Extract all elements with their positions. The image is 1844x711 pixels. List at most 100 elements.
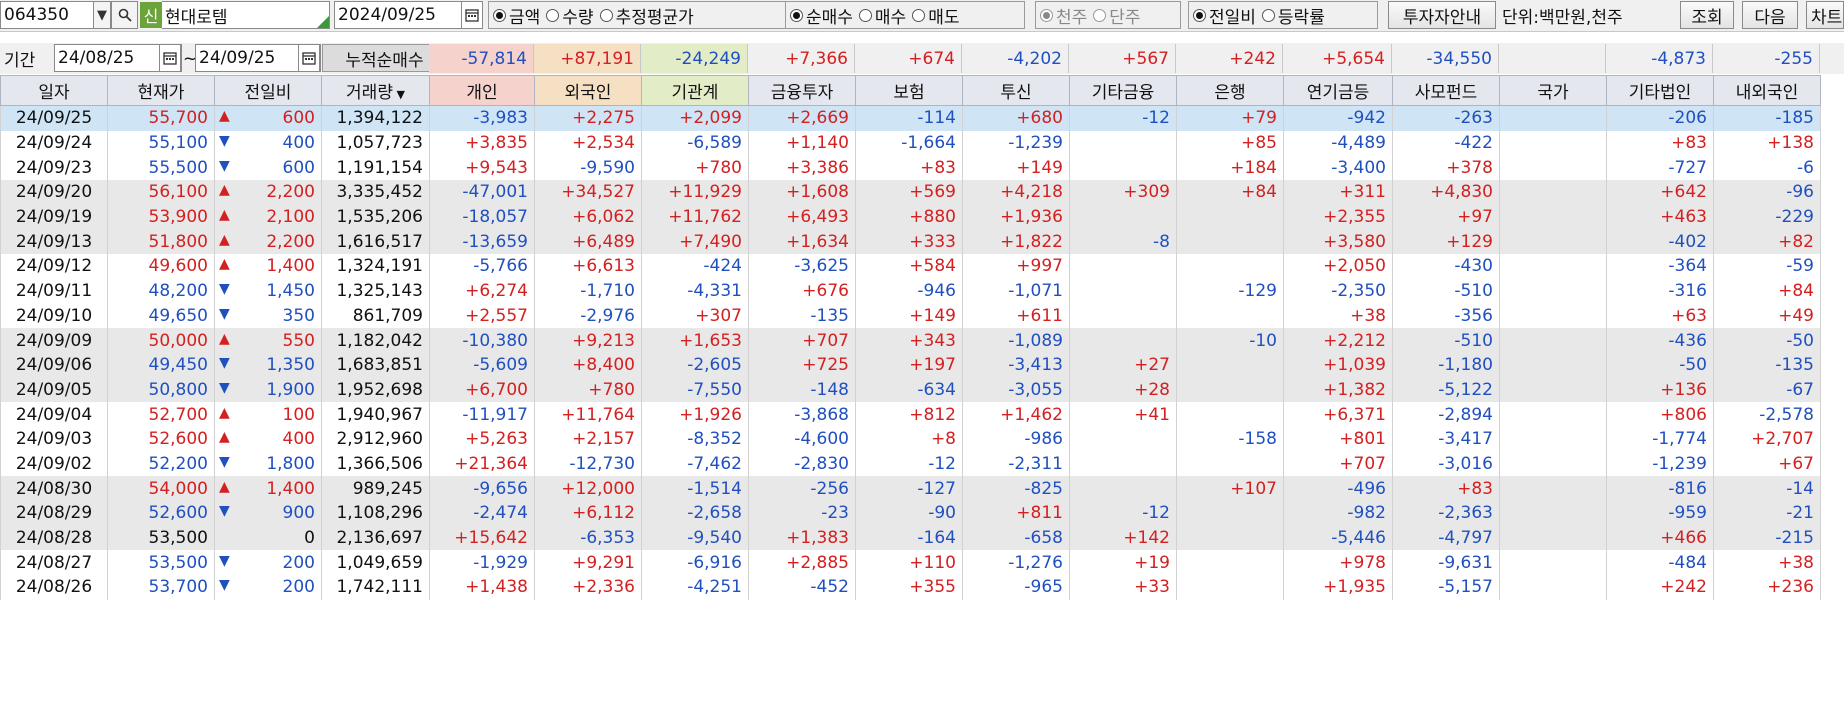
table-cell bbox=[1176, 550, 1284, 576]
column-header-2[interactable]: 전일비 bbox=[214, 75, 322, 106]
radio-avg-price[interactable]: 추정평균가 bbox=[599, 3, 694, 28]
table-row[interactable]: 24/08/27 53,500 ▼ 200 1,049,659 -1,929 +9,291-… bbox=[0, 550, 1821, 576]
table-cell: +4,830 bbox=[1392, 180, 1500, 205]
table-row[interactable]: 24/08/30 54,000 ▲ 1,400 989,245 -9,656 +12,000… bbox=[0, 476, 1821, 501]
table-row[interactable]: 24/09/13 51,800 ▲ 2,200 1,616,517 -13,659 +6,4… bbox=[0, 229, 1821, 255]
to-calendar-button[interactable] bbox=[298, 44, 320, 72]
table-row[interactable]: 24/09/06 49,450 ▼ 1,350 1,683,851 -5,609 +8,40… bbox=[0, 352, 1821, 378]
table-row[interactable]: 24/09/20 56,100 ▲ 2,200 3,335,452 -47,001 +34,… bbox=[0, 180, 1821, 205]
table-row[interactable]: 24/09/19 53,900 ▲ 2,100 1,535,206 -18,057 +6,0… bbox=[0, 204, 1821, 230]
column-header-3[interactable]: 거래량 ▼ bbox=[321, 75, 430, 106]
radio-single-shares[interactable]: 단주 bbox=[1093, 3, 1141, 28]
table-cell: -13,659 bbox=[429, 229, 535, 255]
down-triangle-icon: ▼ bbox=[219, 577, 230, 594]
table-cell bbox=[1069, 426, 1177, 452]
radio-quantity[interactable]: 수량 bbox=[546, 3, 594, 28]
chart-button-label: 차트 bbox=[1811, 7, 1843, 28]
table-row[interactable]: 24/09/05 50,800 ▼ 1,900 1,952,698 +6,700 +780-… bbox=[0, 377, 1821, 403]
table-cell: +38 bbox=[1713, 550, 1821, 576]
table-row[interactable]: 24/09/25 55,700 ▲ 600 1,394,122 -3,983 +2,275 +… bbox=[0, 105, 1821, 131]
table-row[interactable]: 24/09/02 52,200 ▼ 1,800 1,366,506 +21,364 -12,… bbox=[0, 451, 1821, 477]
table-cell: 55,100 bbox=[107, 130, 215, 156]
radio-thousand-shares[interactable]: 천주 bbox=[1040, 3, 1087, 28]
table-cell bbox=[1069, 278, 1177, 304]
column-header-5[interactable]: 외국인 bbox=[534, 75, 642, 106]
table-cell: +9,543 bbox=[429, 155, 535, 181]
column-header-1[interactable]: 현재가 bbox=[107, 75, 215, 106]
table-row[interactable]: 24/08/29 52,600 ▼ 900 1,108,296 -2,474 +6,112-… bbox=[0, 501, 1821, 526]
column-header-7[interactable]: 금융투자 bbox=[748, 75, 856, 106]
table-cell: +6,493 bbox=[748, 204, 856, 230]
table-cell: -50 bbox=[1713, 328, 1821, 353]
radio-prev-day[interactable]: 전일비 bbox=[1193, 3, 1256, 28]
table-cell: +6,062 bbox=[534, 204, 642, 230]
radio-buy[interactable]: 매수 bbox=[858, 3, 906, 28]
table-cell: -3,016 bbox=[1392, 451, 1500, 477]
table-cell bbox=[1499, 377, 1607, 403]
stock-name-field[interactable]: 현대로템 bbox=[162, 1, 330, 29]
table-cell: -364 bbox=[1606, 254, 1714, 279]
date-cell: 24/09/11 bbox=[0, 278, 108, 304]
radio-sell-label: 매도 bbox=[928, 7, 960, 28]
radio-amount[interactable]: 금액 bbox=[493, 3, 540, 28]
table-cell: -7,462 bbox=[641, 451, 749, 477]
column-header-4[interactable]: 개인 bbox=[429, 75, 535, 106]
chart-button[interactable]: 차트 bbox=[1806, 1, 1844, 29]
table-cell: -430 bbox=[1392, 254, 1500, 279]
sort-dropdown-icon[interactable]: ▼ bbox=[393, 88, 404, 101]
column-header-8[interactable]: 보험 bbox=[855, 75, 963, 106]
next-button[interactable]: 다음 bbox=[1742, 1, 1798, 29]
date-input[interactable]: 2024/09/25 bbox=[334, 1, 474, 29]
table-cell: 52,200 bbox=[107, 451, 215, 477]
column-header-10[interactable]: 기타금융 bbox=[1069, 75, 1177, 106]
code-dropdown-button[interactable]: ▼ bbox=[93, 1, 111, 29]
from-calendar-button[interactable] bbox=[159, 44, 181, 72]
table-cell: -1,089 bbox=[962, 328, 1070, 353]
table-row[interactable]: 24/09/09 50,000 ▲ 550 1,182,042 -10,380 +9,213… bbox=[0, 328, 1821, 353]
cumulative-cell: -57,814 bbox=[429, 44, 534, 73]
search-icon-button[interactable] bbox=[111, 1, 138, 29]
table-cell: +49 bbox=[1713, 303, 1821, 329]
radio-sell[interactable]: 매도 bbox=[912, 3, 959, 28]
table-cell: +611 bbox=[962, 303, 1070, 329]
search-button[interactable]: 조회 bbox=[1680, 1, 1734, 29]
table-row[interactable]: 24/09/10 49,650 ▼ 350 861,709 +2,557 -2,976 +30… bbox=[0, 303, 1821, 329]
table-cell bbox=[1176, 303, 1284, 329]
table-cell: +1,822 bbox=[962, 229, 1070, 255]
table-cell: -2,830 bbox=[748, 451, 856, 477]
radio-net-buy[interactable]: 순매수 bbox=[790, 3, 853, 28]
column-header-11[interactable]: 은행 bbox=[1176, 75, 1284, 106]
column-header-16[interactable]: 내외국인 bbox=[1713, 75, 1821, 106]
table-row[interactable]: 24/09/12 49,600 ▲ 1,400 1,324,191 -5,766 +6,61… bbox=[0, 254, 1821, 279]
table-row[interactable]: 24/09/23 55,500 ▼ 600 1,191,154 +9,543 -9,590 +… bbox=[0, 155, 1821, 181]
table-row[interactable]: 24/09/11 48,200 ▼ 1,450 1,325,143 +6,274 -1,71… bbox=[0, 278, 1821, 304]
table-cell: -946 bbox=[855, 278, 963, 304]
table-row[interactable]: 24/08/28 53,500 0 2,136,697 +15,642 -6,353 -9,… bbox=[0, 525, 1821, 551]
table-row[interactable]: 24/08/26 53,700 ▼ 200 1,742,111 +1,438 +2,336-… bbox=[0, 575, 1821, 600]
table-cell: -47,001 bbox=[429, 180, 535, 205]
investor-guide-button[interactable]: 투자자안내 bbox=[1388, 1, 1496, 29]
radio-amount-label: 금액 bbox=[509, 7, 541, 28]
calendar-icon-button[interactable] bbox=[461, 1, 483, 29]
column-header-14[interactable]: 국가 bbox=[1499, 75, 1607, 106]
column-header-15[interactable]: 기타법인 bbox=[1606, 75, 1714, 106]
column-header-6[interactable]: 기관계 bbox=[641, 75, 749, 106]
table-cell: -3,413 bbox=[962, 352, 1070, 378]
column-header-13[interactable]: 사모펀드 bbox=[1392, 75, 1500, 106]
column-header-0[interactable]: 일자 bbox=[0, 75, 108, 106]
table-cell: -9,656 bbox=[429, 476, 535, 501]
stock-code-input[interactable]: 064350 bbox=[0, 1, 94, 29]
radio-change-rate[interactable]: 등락률 bbox=[1261, 3, 1325, 28]
table-row[interactable]: 24/09/03 52,600 ▲ 400 2,912,960 +5,263 +2,157-… bbox=[0, 426, 1821, 452]
column-header-9[interactable]: 투신 bbox=[962, 75, 1070, 106]
compare-type-group: 전일비 등락률 bbox=[1188, 1, 1378, 29]
table-cell bbox=[1176, 377, 1284, 403]
column-header-12[interactable]: 연기금등 bbox=[1283, 75, 1393, 106]
table-cell: -510 bbox=[1392, 328, 1500, 353]
table-row[interactable]: 24/09/24 55,100 ▼ 400 1,057,723 +3,835 +2,534-… bbox=[0, 130, 1821, 156]
cumulative-cell: +5,654 bbox=[1283, 44, 1392, 73]
date-cell: 24/09/25 bbox=[0, 105, 108, 131]
table-cell: +6,371 bbox=[1283, 402, 1393, 427]
table-row[interactable]: 24/09/04 52,700 ▲ 100 1,940,967 -11,917 +11,76… bbox=[0, 402, 1821, 427]
table-cell: +142 bbox=[1069, 525, 1177, 551]
